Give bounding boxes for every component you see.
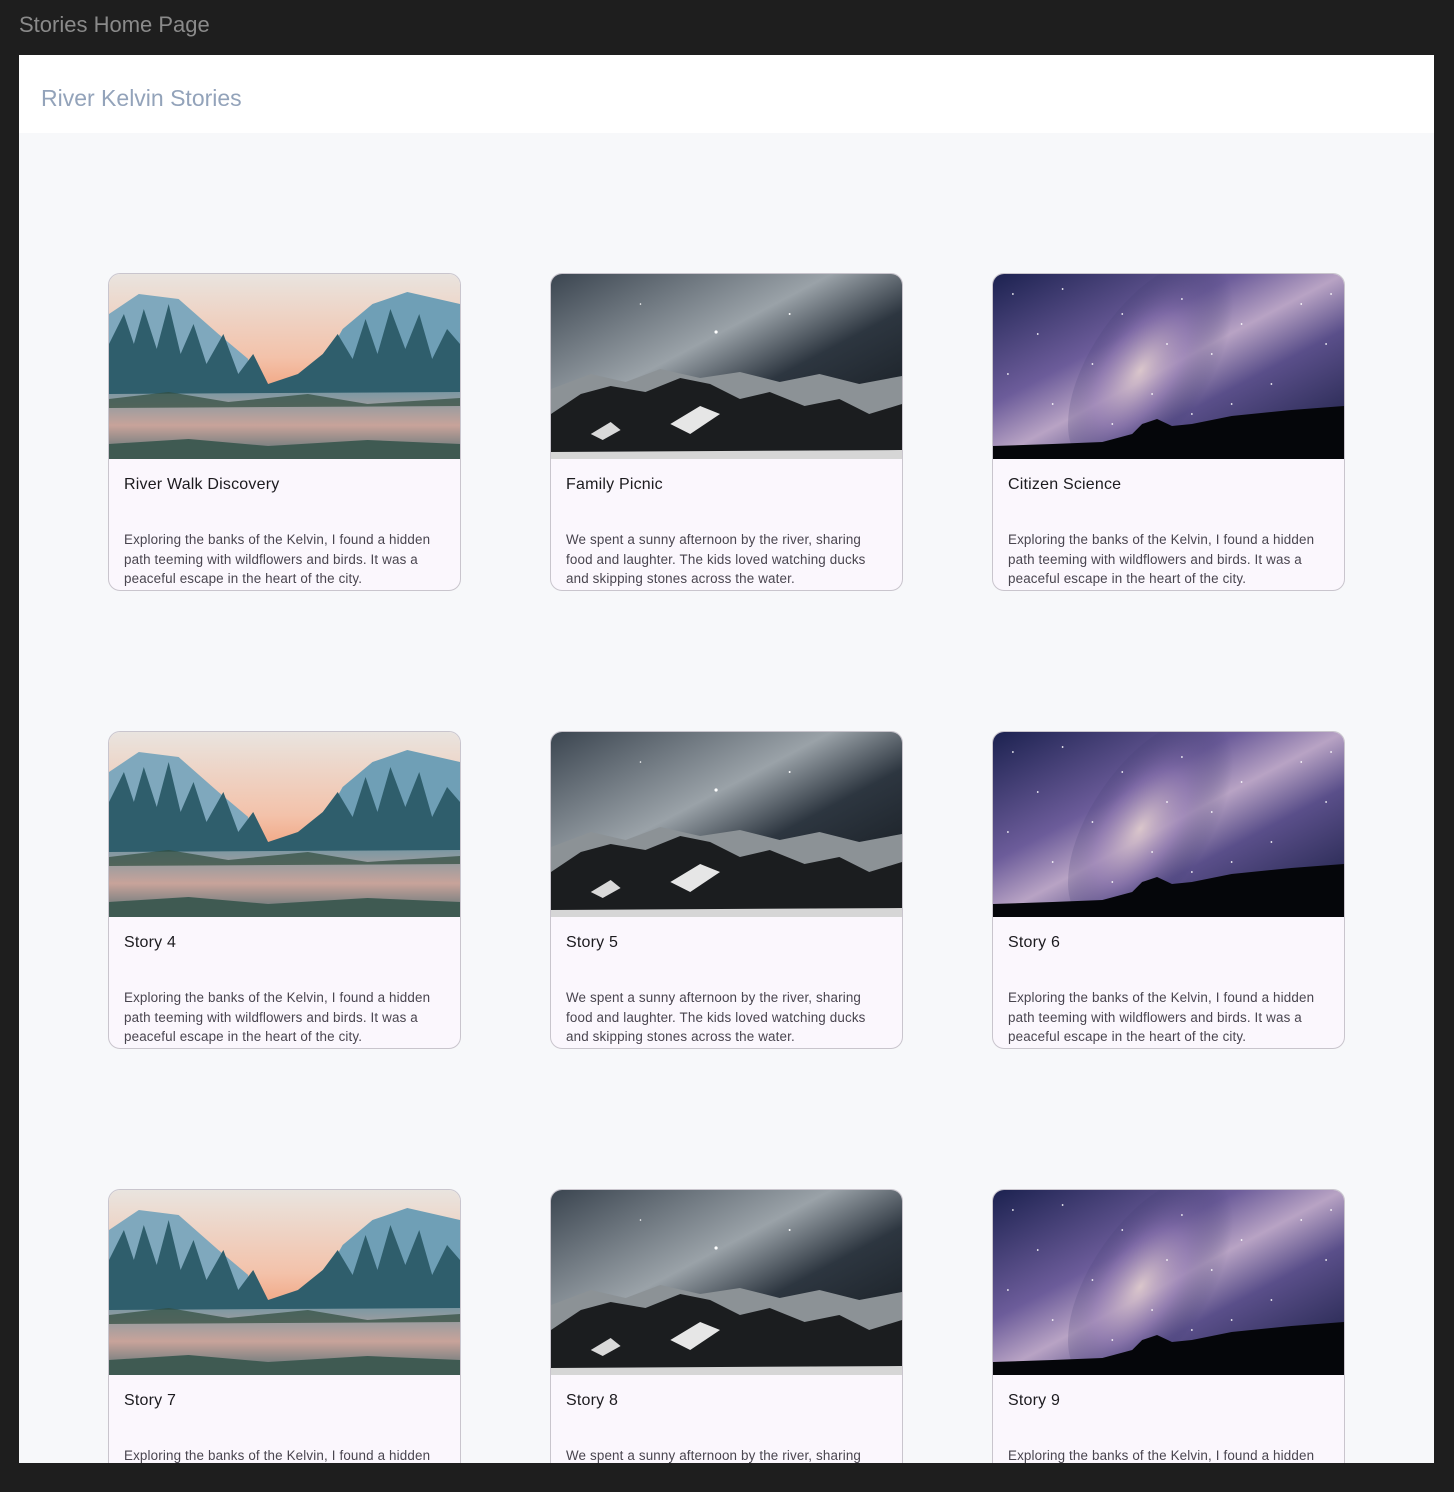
river-valley-image [109,1190,460,1375]
app-frame: River Kelvin Stories River Walk Discover… [19,55,1434,1463]
mountain-night-image [551,274,902,459]
app-bar: River Kelvin Stories [19,55,1434,133]
story-excerpt: Exploring the banks of the Kelvin, I fou… [1008,1448,1315,1463]
story-title: Story 6 [1008,934,1061,951]
story-card[interactable]: Family Picnic We spent a sunny afternoon … [550,273,903,591]
story-excerpt: Exploring the banks of the Kelvin, I fou… [124,532,431,587]
story-title: Story 8 [566,1392,619,1409]
story-card[interactable]: Story 4 Exploring the banks of the Kelvin… [108,731,461,1049]
milky-way-image [993,732,1344,917]
story-title: Citizen Science [1008,476,1122,493]
river-valley-image [109,274,460,459]
mountain-night-image [551,732,902,917]
story-title: River Walk Discovery [124,476,280,493]
river-valley-image [109,732,460,917]
story-excerpt: We spent a sunny afternoon by the river,… [566,532,866,587]
story-excerpt: Exploring the banks of the Kelvin, I fou… [1008,990,1315,1045]
story-card[interactable]: Story 8 We spent a sunny afternoon by the… [550,1189,903,1463]
story-grid: River Walk Discovery Exploring the banks … [108,273,1345,1463]
story-excerpt: We spent a sunny afternoon by the river,… [566,990,866,1045]
story-excerpt: Exploring the banks of the Kelvin, I fou… [124,990,431,1045]
story-title: Story 7 [124,1392,177,1409]
story-excerpt: Exploring the banks of the Kelvin, I fou… [124,1448,431,1463]
story-card[interactable]: Story 9 Exploring the banks of the Kelvin… [992,1189,1345,1463]
story-card[interactable]: River Walk Discovery Exploring the banks … [108,273,461,591]
story-title: Family Picnic [566,476,663,493]
story-card[interactable]: Citizen Science Exploring the banks of th… [992,273,1345,591]
story-excerpt: We spent a sunny afternoon by the river,… [566,1448,862,1463]
story-title: Story 9 [1008,1392,1061,1409]
story-card[interactable]: Story 5 We spent a sunny afternoon by the… [550,731,903,1049]
story-title: Story 4 [124,934,177,951]
story-title: Story 5 [566,934,619,951]
story-excerpt: Exploring the banks of the Kelvin, I fou… [1008,532,1315,587]
milky-way-image [993,274,1344,459]
window-title: Stories Home Page [19,12,210,37]
app-title: River Kelvin Stories [41,85,242,111]
story-card[interactable]: Story 6 Exploring the banks of the Kelvin… [992,731,1345,1049]
milky-way-image [993,1190,1344,1375]
story-card[interactable]: Story 7 Exploring the banks of the Kelvin… [108,1189,461,1463]
mountain-night-image [551,1190,902,1375]
